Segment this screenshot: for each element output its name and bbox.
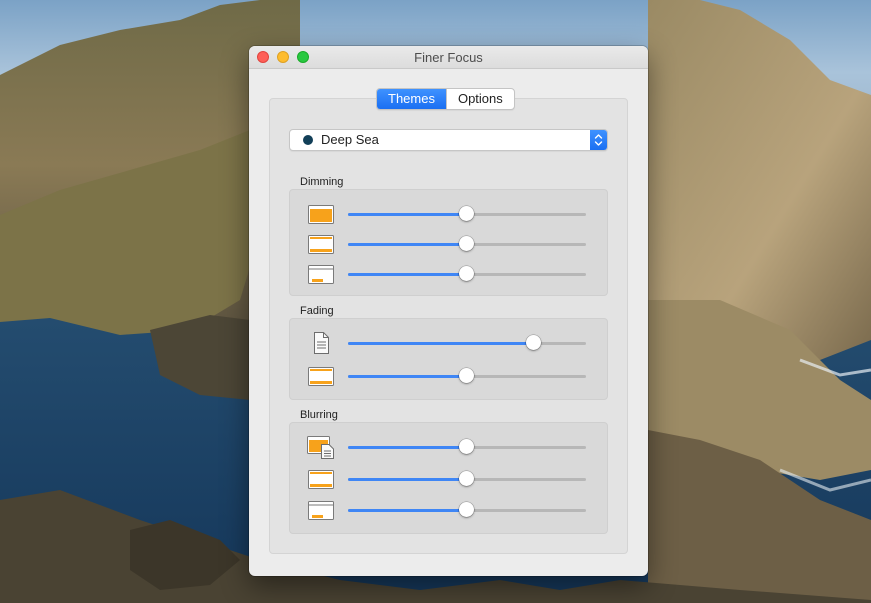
dimming-slider-1[interactable] [348,206,586,221]
tab-themes[interactable]: Themes [377,89,446,109]
slider-knob[interactable] [459,206,474,221]
finer-focus-window: Finer Focus Themes Options Deep Sea Dimm… [249,46,648,576]
blurring-group [289,422,608,534]
dimming-group [289,189,608,296]
document-icon [307,331,335,355]
blurring-slider-1[interactable] [348,439,586,454]
fading-row-1 [290,331,607,355]
dimming-row-3 [290,262,607,286]
slider-knob[interactable] [459,471,474,486]
window-titlebar-highlight-icon [307,232,335,256]
blurring-slider-3[interactable] [348,502,586,517]
blurring-row-1 [290,435,607,459]
section-title-dimming: Dimming [300,176,344,188]
blurring-slider-2[interactable] [348,471,586,486]
titlebar[interactable]: Finer Focus [249,46,648,69]
dimming-row-1 [290,202,607,226]
window-with-document-icon [307,435,335,459]
fading-slider-2[interactable] [348,368,586,383]
theme-color-dot-icon [303,135,313,145]
window-titlebar-highlight-icon [307,364,335,388]
tab-options[interactable]: Options [445,89,514,109]
slider-knob[interactable] [459,368,474,383]
dimming-slider-2[interactable] [348,236,586,251]
window-partial-highlight-icon [307,498,335,522]
slider-knob[interactable] [459,439,474,454]
window-full-highlight-icon [307,202,335,226]
theme-popup-button[interactable]: Deep Sea [289,129,608,151]
fading-row-2 [290,364,607,388]
window-title: Finer Focus [414,50,483,65]
theme-popup-label: Deep Sea [321,132,379,147]
fading-group [289,318,608,400]
blurring-row-2 [290,467,607,491]
window-titlebar-highlight-icon [307,467,335,491]
dimming-row-2 [290,232,607,256]
fading-slider-1[interactable] [348,335,586,350]
window-partial-highlight-icon [307,262,335,286]
slider-knob[interactable] [459,236,474,251]
slider-knob[interactable] [525,335,541,350]
section-title-fading: Fading [300,305,334,317]
slider-knob[interactable] [459,266,474,281]
section-title-blurring: Blurring [300,409,338,421]
dimming-slider-3[interactable] [348,266,586,281]
slider-knob[interactable] [459,502,474,517]
tab-selector: Themes Options [376,88,515,110]
popup-stepper-icon [590,130,607,150]
blurring-row-3 [290,498,607,522]
